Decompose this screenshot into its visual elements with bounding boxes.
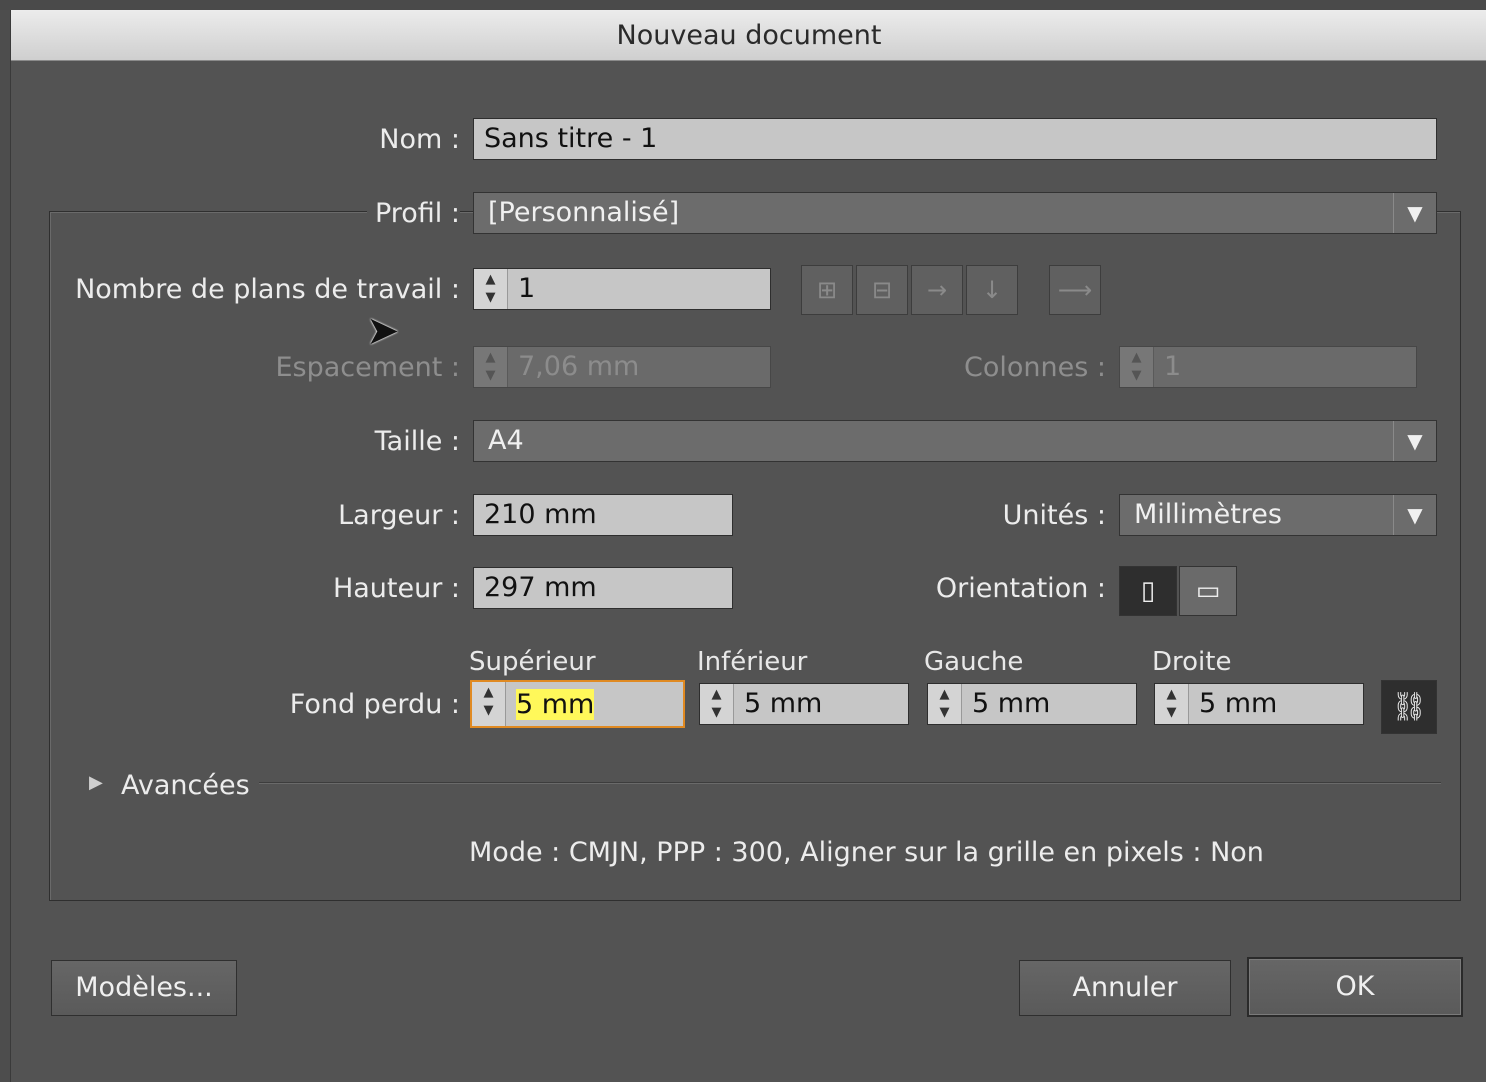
- right-to-left-icon: ⟶: [1049, 265, 1101, 315]
- dialog-title: Nouveau document: [11, 10, 1486, 61]
- arrange-by-row-icon: →: [911, 265, 963, 315]
- bleed-bottom-value: 5 mm: [744, 688, 823, 719]
- height-field[interactable]: 297 mm: [473, 567, 733, 609]
- stepper-arrows-icon[interactable]: ▲ ▼: [474, 269, 508, 309]
- spacing-stepper: ▲ ▼ 7,06 mm: [473, 346, 771, 388]
- spacing-label: Espacement :: [275, 352, 460, 383]
- width-label: Largeur :: [338, 500, 460, 531]
- name-field[interactable]: Sans titre - 1: [473, 118, 1437, 160]
- size-dropdown[interactable]: A4 ▼: [473, 420, 1437, 462]
- bleed-left-value: 5 mm: [972, 688, 1051, 719]
- cancel-button[interactable]: Annuler: [1019, 960, 1231, 1016]
- disclosure-triangle-icon[interactable]: ▶: [89, 772, 103, 793]
- bleed-label: Fond perdu :: [289, 689, 460, 720]
- artboards-label: Nombre de plans de travail :: [75, 274, 460, 305]
- bleed-right-label: Droite: [1152, 647, 1232, 677]
- bleed-left-stepper[interactable]: ▲ ▼ 5 mm: [927, 683, 1137, 725]
- settings-group: [49, 211, 1461, 901]
- spacing-value: 7,06 mm: [518, 351, 640, 382]
- columns-value: 1: [1164, 351, 1182, 382]
- document-summary: Mode : CMJN, PPP : 300, Aligner sur la g…: [469, 837, 1264, 868]
- new-document-dialog: Nouveau document Nom : Sans titre - 1 Pr…: [10, 10, 1486, 1082]
- profile-dropdown[interactable]: [Personnalisé] ▼: [473, 192, 1437, 234]
- bleed-left-label: Gauche: [924, 647, 1024, 677]
- advanced-toggle[interactable]: Avancées: [121, 770, 250, 801]
- stepper-arrows-icon[interactable]: ▲ ▼: [1155, 684, 1189, 724]
- templates-button[interactable]: Modèles...: [51, 960, 237, 1016]
- bleed-bottom-label: Inférieur: [697, 647, 808, 677]
- orientation-label: Orientation :: [935, 573, 1106, 604]
- stepper-arrows-icon[interactable]: ▲ ▼: [472, 682, 506, 726]
- ok-button[interactable]: OK: [1247, 957, 1463, 1017]
- width-field[interactable]: 210 mm: [473, 494, 733, 536]
- link-chain-icon[interactable]: ⛓: [1381, 680, 1437, 734]
- bleed-top-stepper[interactable]: ▲ ▼ 5 mm: [470, 680, 685, 728]
- grid-by-column-icon: ⊟: [856, 265, 908, 315]
- portrait-orientation-icon[interactable]: ▯: [1119, 566, 1177, 616]
- bleed-top-value[interactable]: 5 mm: [516, 689, 595, 720]
- bleed-right-value: 5 mm: [1199, 688, 1278, 719]
- height-label: Hauteur :: [332, 573, 460, 604]
- size-label: Taille :: [374, 426, 460, 457]
- stepper-arrows-icon[interactable]: ▲ ▼: [928, 684, 962, 724]
- size-value: A4: [488, 425, 524, 456]
- grid-by-row-icon: ⊞: [801, 265, 853, 315]
- units-value: Millimètres: [1134, 499, 1282, 530]
- stepper-arrows-icon: ▲ ▼: [474, 347, 508, 387]
- profile-label: Profil :: [366, 198, 460, 229]
- bleed-top-label: Supérieur: [469, 647, 596, 677]
- landscape-orientation-icon[interactable]: ▭: [1179, 566, 1237, 616]
- name-label: Nom :: [379, 124, 460, 155]
- profile-value: [Personnalisé]: [488, 197, 680, 228]
- background-strip: [0, 0, 1486, 10]
- bleed-right-stepper[interactable]: ▲ ▼ 5 mm: [1154, 683, 1364, 725]
- mouse-cursor-icon: ➤: [366, 308, 400, 354]
- arrange-by-column-icon: ↓: [966, 265, 1018, 315]
- stepper-arrows-icon[interactable]: ▲ ▼: [700, 684, 734, 724]
- chevron-down-icon: ▼: [1393, 193, 1436, 233]
- artboards-value: 1: [518, 273, 536, 304]
- chevron-down-icon: ▼: [1393, 421, 1436, 461]
- columns-stepper: ▲ ▼ 1: [1119, 346, 1417, 388]
- units-label: Unités :: [1002, 500, 1106, 531]
- chevron-down-icon: ▼: [1393, 495, 1436, 535]
- artboards-stepper[interactable]: ▲ ▼ 1: [473, 268, 771, 310]
- units-dropdown[interactable]: Millimètres ▼: [1119, 494, 1437, 536]
- bleed-bottom-stepper[interactable]: ▲ ▼ 5 mm: [699, 683, 909, 725]
- columns-label: Colonnes :: [964, 352, 1106, 383]
- advanced-divider: [259, 782, 1441, 784]
- stepper-arrows-icon: ▲ ▼: [1120, 347, 1154, 387]
